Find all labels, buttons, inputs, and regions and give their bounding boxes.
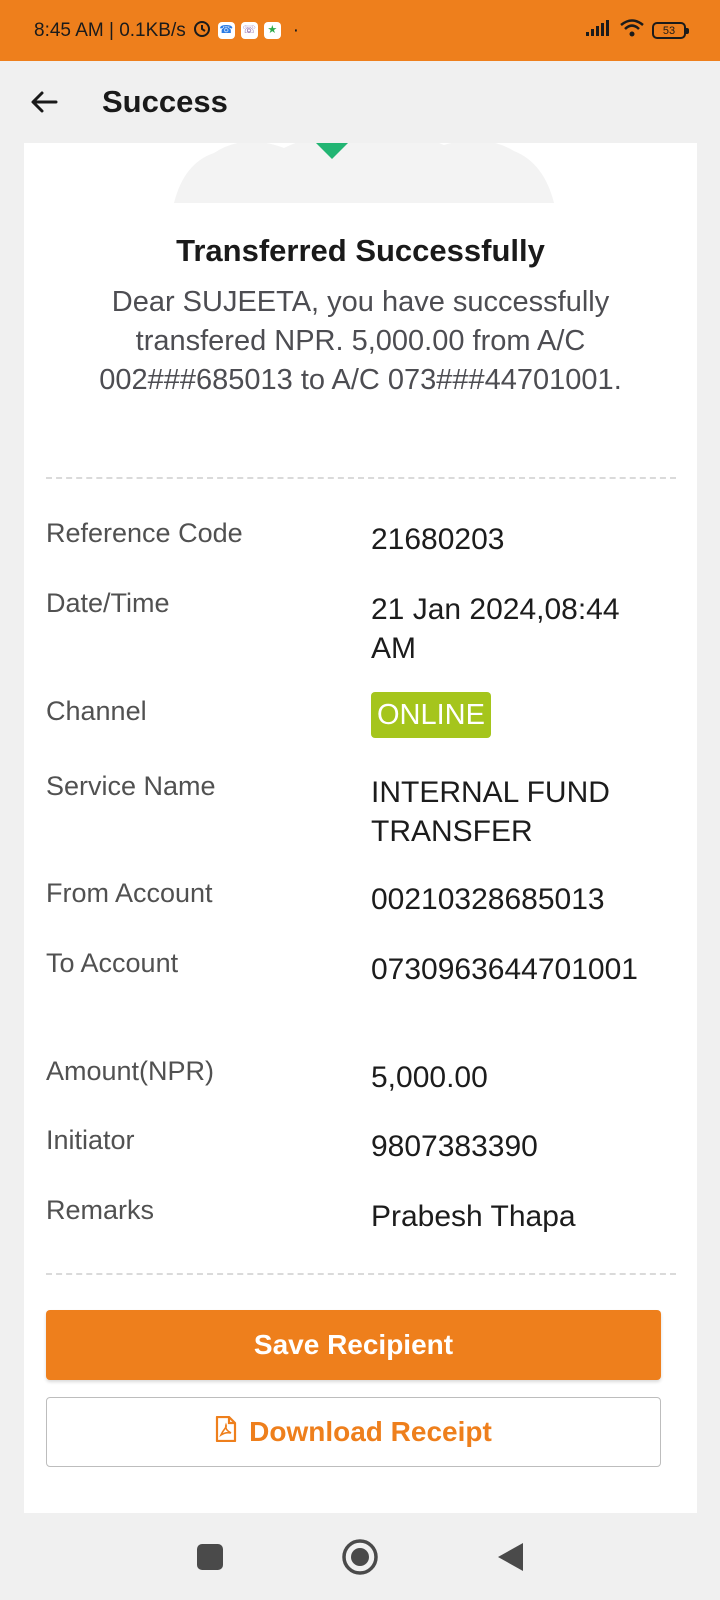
detail-value: Prabesh Thapa — [371, 1200, 576, 1233]
dot-icon: · — [292, 19, 300, 41]
detail-value: 21 Jan 2024,08:44 AM — [371, 593, 620, 665]
success-title: Transferred Successfully — [176, 233, 545, 268]
status-left: 8:45 AM | 0.1KB/s ☎ ☏ ★ · — [34, 18, 299, 44]
pdf-file-icon — [215, 1415, 237, 1449]
system-nav-bar — [0, 1513, 720, 1600]
recents-square-icon[interactable] — [190, 1537, 230, 1577]
detail-value: INTERNAL FUND TRANSFER — [371, 776, 610, 848]
detail-value: 0730963644701001 — [371, 953, 638, 986]
viber-app-icon: ☏ — [240, 22, 258, 39]
success-message: Dear SUJEETA, you have successfully tran… — [99, 286, 622, 396]
save-recipient-button[interactable]: Save Recipient — [46, 1310, 661, 1380]
receipt-card: Transferred Successfully Dear SUJEETA, y… — [24, 143, 697, 1513]
detail-value: 21680203 — [371, 523, 505, 556]
phone-app-icon: ☎ — [217, 22, 235, 39]
status-bar: 8:45 AM | 0.1KB/s ☎ ☏ ★ · 53 — [0, 0, 720, 61]
channel-badge: ONLINE — [371, 692, 491, 738]
success-illustration — [174, 143, 554, 203]
wifi-icon — [620, 18, 644, 43]
detail-label: Reference Code — [46, 518, 243, 548]
detail-label: To Account — [46, 948, 179, 978]
detail-label: Channel — [46, 696, 147, 726]
page-title: Success — [102, 84, 228, 119]
divider-bottom — [46, 1273, 676, 1275]
detail-value: 9807383390 — [371, 1130, 538, 1163]
battery-icon: 53 — [652, 22, 689, 39]
download-receipt-label: Download Receipt — [249, 1416, 492, 1447]
detail-value: ONLINE — [371, 692, 671, 738]
divider-top — [46, 477, 676, 479]
detail-label: Service Name — [46, 771, 216, 801]
detail-label: Remarks — [46, 1195, 155, 1225]
detail-value: 5,000.00 — [371, 1061, 488, 1094]
detail-label: From Account — [46, 878, 213, 908]
back-triangle-icon[interactable] — [490, 1537, 530, 1577]
detail-label: Date/Time — [46, 588, 170, 618]
status-right: 53 — [586, 18, 689, 43]
detail-label: Initiator — [46, 1125, 135, 1155]
detail-value: 00210328685013 — [371, 883, 605, 916]
home-circle-icon[interactable] — [340, 1537, 380, 1577]
app-icon: ★ — [263, 22, 281, 39]
signal-icon — [586, 19, 612, 42]
detail-label: Amount(NPR) — [46, 1056, 215, 1086]
battery-level: 53 — [662, 24, 676, 37]
download-receipt-button[interactable]: Download Receipt — [46, 1397, 661, 1467]
header: Success — [0, 61, 720, 143]
status-time: 8:45 AM | 0.1KB/s — [34, 19, 186, 41]
alarm-icon — [192, 18, 212, 44]
back-arrow-icon[interactable] — [24, 82, 64, 122]
